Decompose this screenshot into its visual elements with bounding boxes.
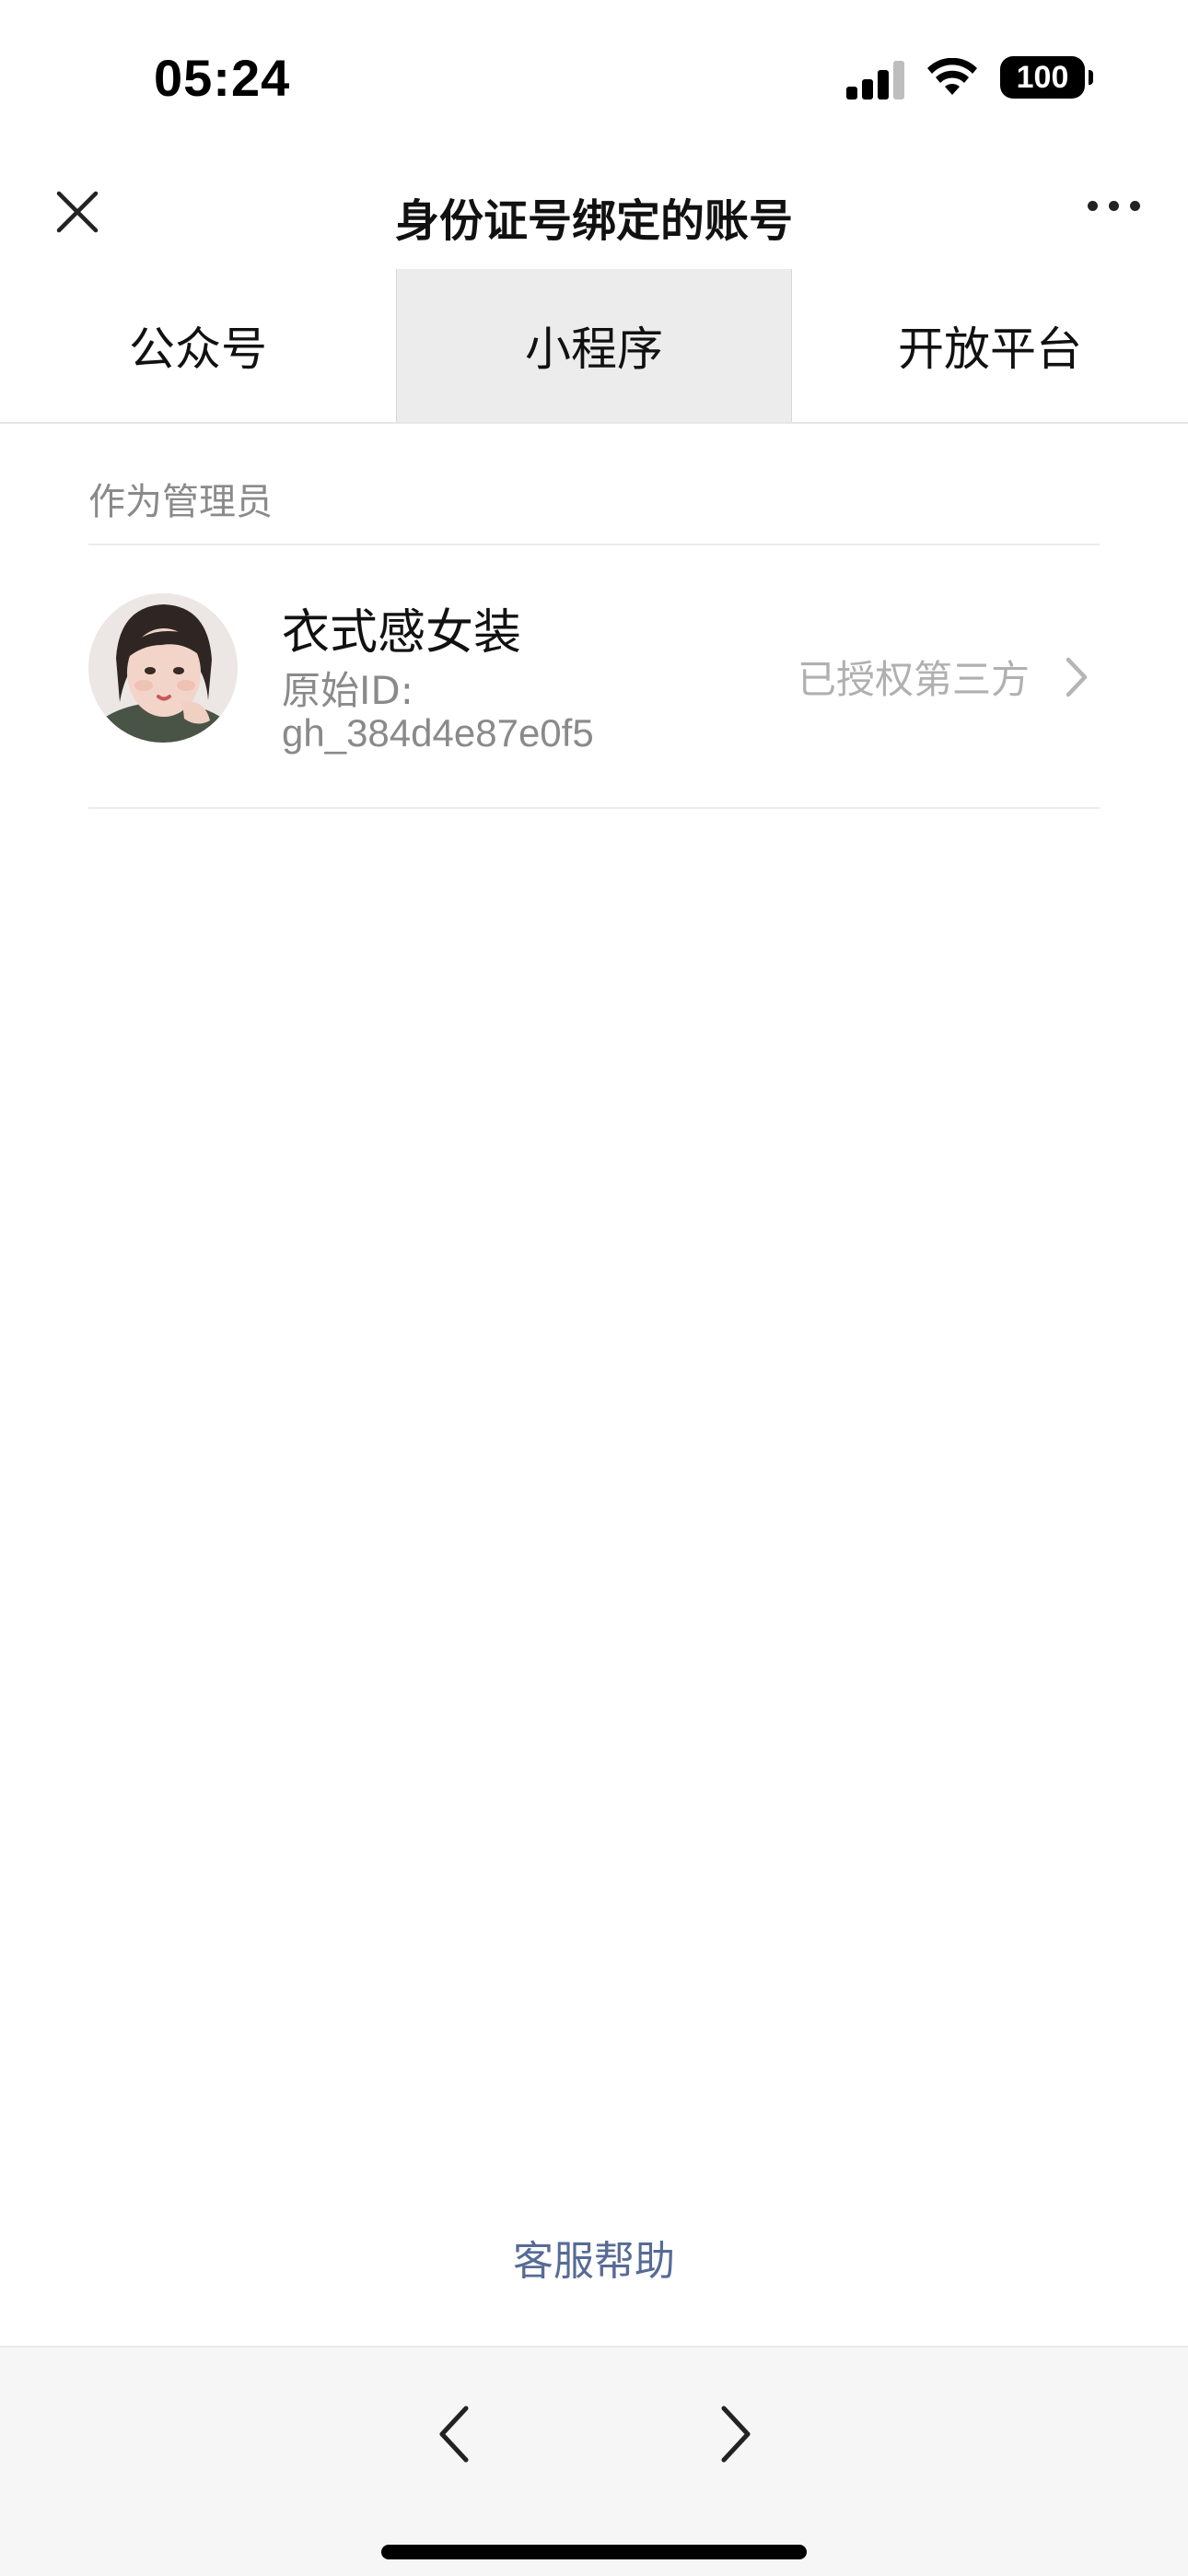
status-badge: 已授权第三方 (797, 657, 1030, 702)
tab-mini-program[interactable]: 小程序 (396, 269, 792, 422)
tab-official-account[interactable]: 公众号 (0, 269, 396, 422)
battery-icon: 100 (1000, 56, 1093, 99)
tab-bar: 公众号 小程序 开放平台 (0, 269, 1188, 424)
chevron-right-icon (1066, 657, 1088, 697)
list-item[interactable]: 衣式感女装 原始ID: gh_384d4e87e0f5 已授权第三方 (0, 545, 1188, 809)
chevron-left-icon[interactable] (429, 2401, 481, 2467)
page-title: 身份证号绑定的账号 (394, 195, 793, 247)
chevron-right-icon[interactable] (709, 2401, 761, 2467)
more-icon[interactable] (1088, 201, 1140, 211)
account-id-value: gh_384d4e87e0f5 (282, 711, 594, 755)
avatar (88, 593, 238, 743)
wifi-icon (927, 58, 977, 95)
status-icons: 100 (846, 55, 1093, 100)
home-indicator (381, 2545, 807, 2559)
tab-open-platform[interactable]: 开放平台 (792, 269, 1188, 422)
status-bar: 05:24 100 (0, 0, 1188, 147)
bottom-toolbar (0, 2346, 1188, 2576)
page: 05:24 100 身份证号绑定的账号 公众号 小程序 开放平台 作为管理员 衣… (0, 0, 1188, 2576)
customer-service-link[interactable]: 客服帮助 (0, 2228, 1188, 2287)
account-id-label: 原始ID: (282, 668, 413, 713)
divider (88, 807, 1100, 809)
section-header: 作为管理员 (88, 481, 273, 523)
account-name: 衣式感女装 (282, 605, 522, 661)
nav-bar: 身份证号绑定的账号 (0, 147, 1188, 269)
signal-icon (846, 55, 904, 100)
status-time: 05:24 (154, 49, 291, 107)
